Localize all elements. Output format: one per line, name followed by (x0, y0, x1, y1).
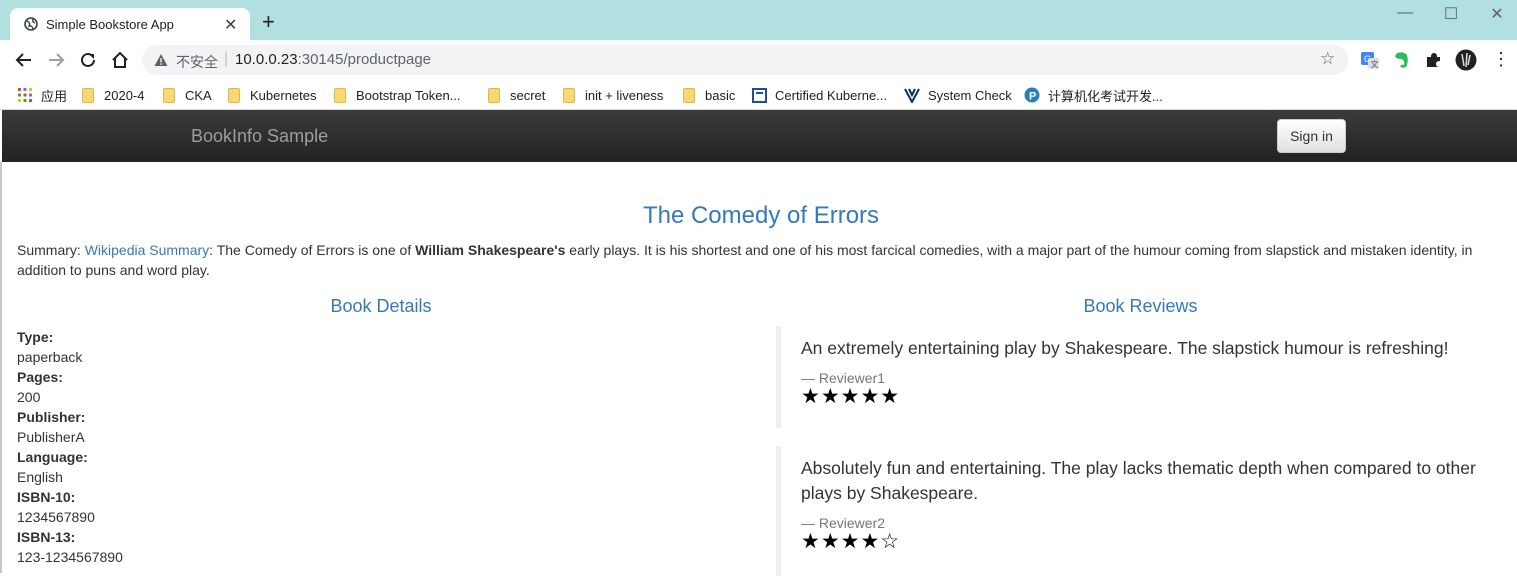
bookmark-label: CKA (185, 87, 212, 103)
menu-kebab-icon[interactable]: ⋮ (1492, 49, 1512, 69)
bookmark-label: 应用 (41, 88, 68, 104)
detail-value-isbn13: 123-1234567890 (17, 549, 123, 565)
detail-key-publisher: Publisher: (17, 409, 86, 425)
bookmark-label: 计算机化考试开发... (1048, 88, 1163, 104)
folder-icon (82, 87, 94, 103)
summary-text-1: : The Comedy of Errors is one of (209, 242, 416, 258)
p-logo-icon: P (1024, 87, 1040, 103)
url-text[interactable]: 10.0.0.23:30145/productpage (235, 51, 431, 68)
review-text: Absolutely fun and entertaining. The pla… (801, 458, 1476, 503)
book-details: Type: paperback Pages: 200 Publisher: Pu… (17, 327, 123, 567)
bookmark-folder[interactable]: Bootstrap Token... (334, 85, 461, 105)
bookmark-label: Bootstrap Token... (356, 87, 461, 103)
forward-icon[interactable] (44, 48, 68, 72)
rating-stars: ★★★★★ (801, 385, 901, 408)
address-bar[interactable]: 不安全 | 10.0.0.23:30145/productpage ☆ (142, 45, 1348, 75)
back-icon[interactable] (12, 48, 36, 72)
detail-key-type: Type: (17, 329, 54, 345)
insecure-label: 不安全 (176, 54, 218, 70)
bookmark-label: System Check (928, 87, 1012, 103)
browser-toolbar: 不安全 | 10.0.0.23:30145/productpage ☆ G文 ⋮ (0, 40, 1517, 80)
product-page: The Comedy of Errors Summary: Wikipedia … (0, 162, 1517, 576)
review-item: Absolutely fun and entertaining. The pla… (776, 446, 1496, 576)
bookmarks-bar: 应用 2020-4 CKA Kubernetes Bootstrap Token… (0, 80, 1517, 110)
summary-label: Summary: (17, 242, 81, 258)
url-separator: | (224, 50, 229, 67)
minimize-icon[interactable]: — (1395, 4, 1415, 22)
bookmark-apps[interactable]: 应用 (17, 85, 67, 105)
new-tab-icon[interactable]: + (262, 11, 275, 33)
detail-key-isbn10: ISBN-10: (17, 489, 76, 505)
tab-strip: Simple Bookstore App ✕ + — ☐ ✕ (0, 0, 1517, 40)
folder-icon (163, 87, 175, 103)
bookmark-folder[interactable]: secret (488, 85, 545, 105)
svg-text:文: 文 (1371, 59, 1379, 69)
detail-key-language: Language: (17, 449, 88, 465)
reviewer-name: — Reviewer2 (801, 515, 886, 531)
review-text: An extremely entertaining play by Shakes… (801, 338, 1449, 358)
url-host: 10.0.0.23 (235, 51, 298, 68)
folder-icon (563, 87, 575, 103)
bookmark-system-check[interactable]: System Check (904, 85, 1012, 105)
home-icon[interactable] (108, 48, 132, 72)
brand-link[interactable]: BookInfo Sample (191, 126, 328, 147)
detail-value-isbn10: 1234567890 (17, 509, 95, 525)
translate-extension-icon[interactable]: G文 (1360, 50, 1380, 70)
bookmark-label: Kubernetes (250, 87, 317, 103)
bookmark-label: secret (510, 87, 546, 103)
evernote-extension-icon[interactable] (1392, 50, 1412, 70)
close-tab-icon[interactable]: ✕ (224, 15, 237, 35)
bookmark-folder[interactable]: CKA (163, 85, 212, 105)
detail-value-publisher: PublisherA (17, 429, 85, 445)
browser-tab[interactable]: Simple Bookstore App ✕ (10, 8, 250, 40)
apps-grid-icon (17, 87, 33, 103)
summary-author: William Shakespeare's (415, 242, 566, 258)
tab-title: Simple Bookstore App (46, 17, 174, 32)
bookmark-folder[interactable]: 2020-4 (82, 85, 144, 105)
rating-stars: ★★★★☆ (801, 530, 901, 553)
reviewer-name: — Reviewer1 (801, 370, 886, 386)
detail-key-isbn13: ISBN-13: (17, 529, 76, 545)
url-path: :30145/productpage (297, 51, 432, 68)
bookmark-label: 2020-4 (104, 87, 145, 103)
sign-in-button[interactable]: Sign in (1277, 119, 1346, 153)
bookmark-exam[interactable]: P 计算机化考试开发... (1024, 85, 1163, 105)
maximize-icon[interactable]: ☐ (1441, 4, 1461, 24)
bookmark-folder[interactable]: basic (683, 85, 735, 105)
book-reviews-heading: Book Reviews (1083, 296, 1198, 316)
folder-icon (228, 87, 240, 103)
detail-value-pages: 200 (17, 389, 41, 405)
folder-icon (683, 87, 695, 103)
bookmark-label: Certified Kuberne... (775, 87, 888, 103)
bookmark-star-icon[interactable]: ☆ (1320, 49, 1335, 69)
wikipedia-summary-link[interactable]: Wikipedia Summary (85, 242, 209, 258)
bookmark-folder[interactable]: init + liveness (563, 85, 663, 105)
bookmark-label: basic (705, 87, 736, 103)
review-item: An extremely entertaining play by Shakes… (776, 326, 1496, 428)
detail-value-type: paperback (17, 349, 83, 365)
bookmark-label: init + liveness (585, 87, 664, 103)
v-logo-icon (904, 87, 920, 103)
book-details-heading: Book Details (330, 296, 432, 316)
globe-icon (24, 17, 38, 31)
puzzle-extensions-icon[interactable] (1424, 50, 1444, 70)
book-summary: Summary: Wikipedia Summary: The Comedy o… (17, 240, 1497, 280)
page-icon (751, 87, 767, 103)
bookmark-folder[interactable]: Kubernetes (228, 85, 317, 105)
bookmark-certified-kubernetes[interactable]: Certified Kuberne... (751, 85, 887, 105)
folder-icon (488, 87, 500, 103)
folder-icon (334, 87, 346, 103)
detail-key-pages: Pages: (17, 369, 63, 385)
svg-text:P: P (1029, 91, 1036, 103)
reload-icon[interactable] (76, 48, 100, 72)
avatar[interactable] (1455, 49, 1477, 71)
warning-icon[interactable] (154, 53, 168, 67)
app-navbar: BookInfo Sample Sign in (2, 110, 1517, 162)
book-title: The Comedy of Errors (642, 202, 880, 229)
detail-value-language: English (17, 469, 63, 485)
close-window-icon[interactable]: ✕ (1487, 4, 1507, 24)
